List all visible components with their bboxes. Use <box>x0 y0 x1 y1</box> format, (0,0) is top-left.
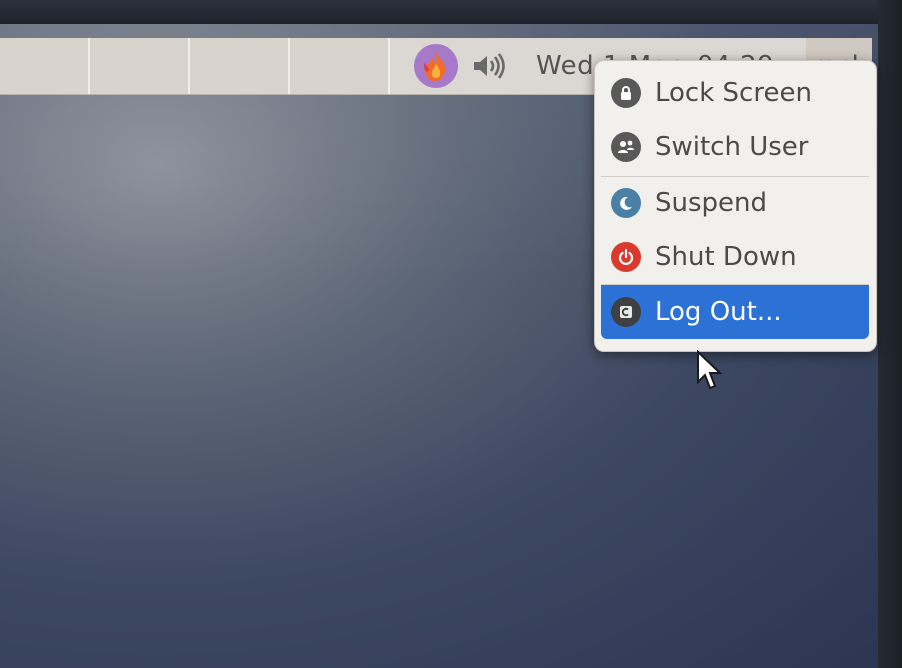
switch-user-icon <box>611 132 641 162</box>
panel-launcher-slot[interactable] <box>90 38 190 94</box>
panel-launcher-slot[interactable] <box>190 38 290 94</box>
lock-icon <box>611 78 641 108</box>
menu-item-label: Suspend <box>655 188 768 218</box>
menu-item-label: Shut Down <box>655 242 797 272</box>
menu-item-lock-screen[interactable]: Lock Screen <box>601 67 869 119</box>
menu-item-label: Log Out... <box>655 297 782 327</box>
mouse-cursor-icon <box>697 350 723 390</box>
panel-launcher-slot[interactable] <box>290 38 390 94</box>
monitor-bezel-top <box>0 0 902 24</box>
menu-item-suspend[interactable]: Suspend <box>601 177 869 229</box>
menu-item-log-out[interactable]: Log Out... <box>601 285 869 339</box>
volume-icon[interactable] <box>470 51 510 81</box>
power-icon <box>611 242 641 272</box>
moon-icon <box>611 188 641 218</box>
menu-item-shut-down[interactable]: Shut Down <box>601 231 869 283</box>
panel-launcher-slot[interactable] <box>0 38 90 94</box>
menu-item-switch-user[interactable]: Switch User <box>601 121 869 173</box>
user-dropdown-menu: Lock Screen Switch User Suspend Shut Dow… <box>594 60 877 352</box>
menu-item-label: Switch User <box>655 132 809 162</box>
monitor-bezel-right <box>878 0 902 668</box>
flame-app-icon[interactable] <box>414 44 458 88</box>
menu-item-label: Lock Screen <box>655 78 812 108</box>
logout-icon <box>611 297 641 327</box>
